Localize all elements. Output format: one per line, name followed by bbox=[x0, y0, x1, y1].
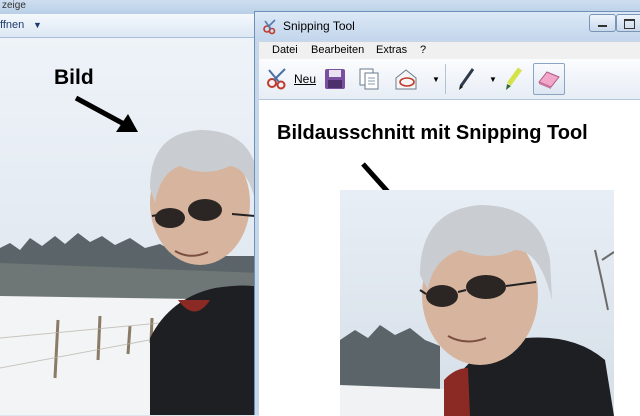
pen-icon[interactable] bbox=[455, 66, 479, 92]
highlighter-icon[interactable] bbox=[503, 66, 525, 92]
chevron-down-icon[interactable]: ▼ bbox=[33, 20, 42, 30]
open-menu-button[interactable]: ffnen bbox=[0, 19, 24, 31]
snipping-tool-window: Snipping Tool Datei Bearbeiten Extras ? … bbox=[254, 11, 640, 416]
menu-bearbeiten[interactable]: Bearbeiten bbox=[311, 44, 364, 56]
chevron-down-icon[interactable]: ▼ bbox=[432, 75, 440, 84]
eraser-icon bbox=[538, 71, 560, 89]
minimize-icon bbox=[598, 25, 607, 27]
canvas-heading: Bildausschnitt mit Snipping Tool bbox=[277, 122, 588, 144]
menu-datei[interactable]: Datei bbox=[272, 44, 298, 56]
snipped-portrait-photo bbox=[340, 190, 614, 416]
scissors-icon bbox=[267, 68, 286, 90]
arrow-annotation-icon bbox=[74, 95, 138, 132]
menu-extras[interactable]: Extras bbox=[376, 44, 407, 56]
send-email-icon[interactable] bbox=[393, 66, 419, 92]
eraser-button[interactable] bbox=[533, 63, 565, 95]
menu-help[interactable]: ? bbox=[420, 44, 426, 56]
photo-label: Bild bbox=[54, 66, 94, 89]
minimize-button[interactable] bbox=[589, 14, 616, 32]
maximize-icon bbox=[624, 19, 635, 29]
maximize-button[interactable] bbox=[616, 14, 640, 32]
photo-viewer-title: zeige bbox=[2, 0, 26, 11]
copy-icon[interactable] bbox=[357, 67, 381, 91]
snipped-image bbox=[340, 190, 614, 416]
new-snip-label: Neu bbox=[294, 72, 317, 86]
snipping-tool-titlebar[interactable]: Snipping Tool bbox=[255, 12, 640, 40]
menu-bar: Datei Bearbeiten Extras ? bbox=[259, 42, 640, 59]
new-snip-button[interactable]: Neu bbox=[263, 65, 317, 93]
chevron-down-icon[interactable]: ▼ bbox=[489, 75, 497, 84]
toolbar: Neu ▼ ▼ bbox=[259, 59, 640, 100]
toolbar-separator bbox=[445, 64, 446, 94]
snipping-tool-app-icon bbox=[263, 19, 276, 35]
window-title: Snipping Tool bbox=[283, 19, 355, 33]
save-icon[interactable] bbox=[323, 67, 347, 91]
snip-canvas: Bildausschnitt mit Snipping Tool bbox=[259, 100, 640, 416]
